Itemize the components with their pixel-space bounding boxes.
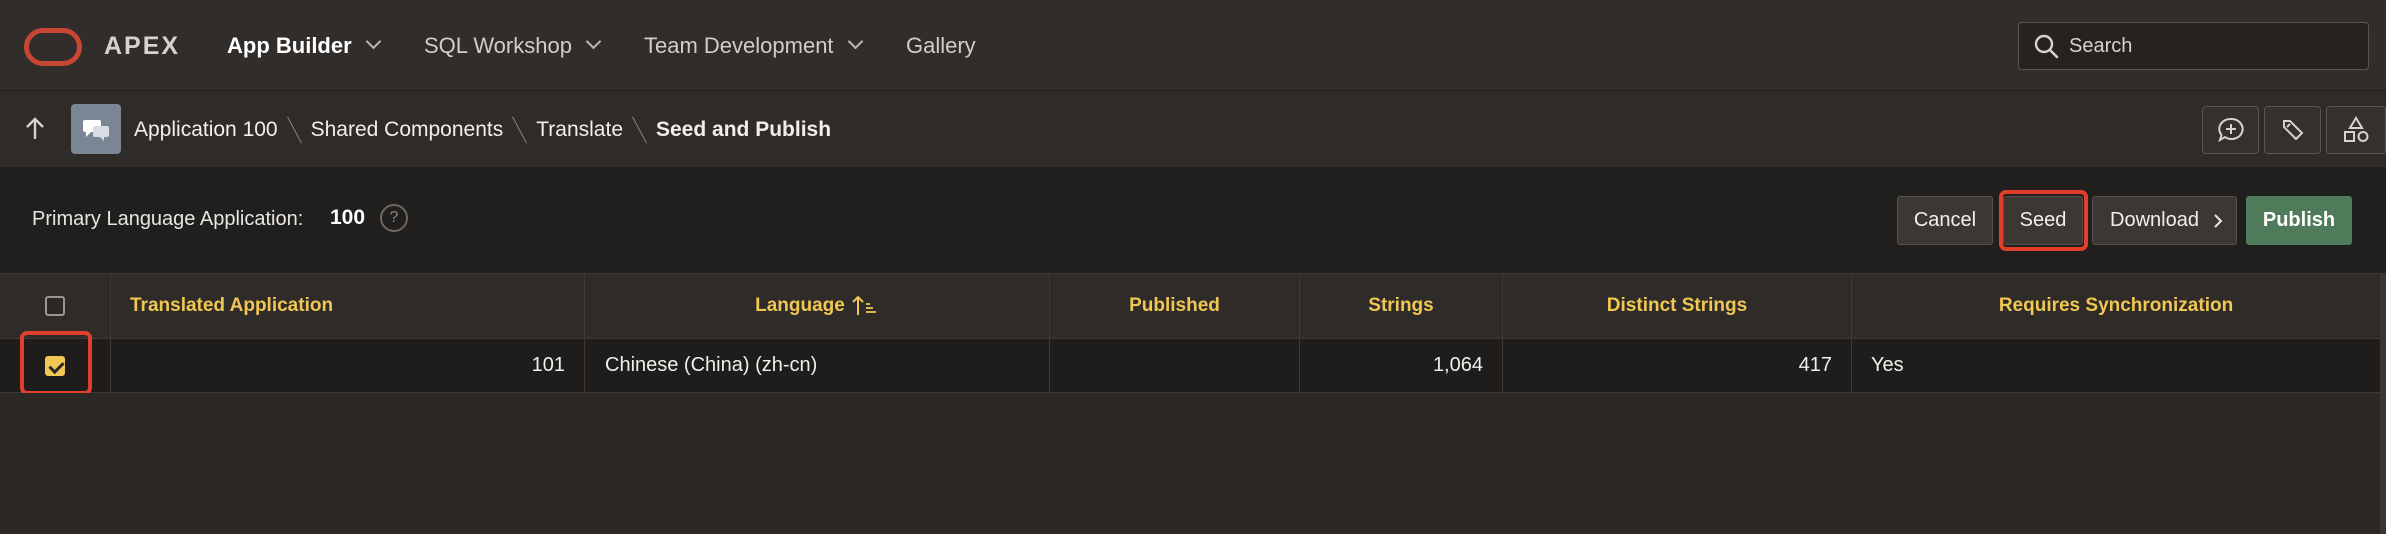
breadcrumb-application[interactable]: Application 100	[134, 118, 278, 142]
cell-text: Yes	[1871, 354, 1904, 376]
column-header-label: Strings	[1368, 295, 1434, 316]
shapes-icon	[2344, 116, 2369, 142]
cell-distinct-strings: 417	[1503, 339, 1852, 392]
nav-team-development[interactable]: Team Development	[644, 0, 863, 91]
main-nav: App Builder	[227, 0, 381, 91]
cell-published	[1050, 339, 1300, 392]
cell-text: 1,064	[1432, 354, 1483, 376]
wrench-icon	[2282, 120, 2303, 141]
chevron-down-icon	[365, 33, 381, 50]
sort-ascending-icon	[852, 295, 876, 315]
cancel-button[interactable]: Cancel	[1897, 196, 1993, 245]
nav-group-4: Gallery	[906, 0, 976, 91]
cell-text: 101	[531, 354, 565, 376]
breadcrumb-shared-components[interactable]: Shared Components	[311, 118, 504, 142]
cell-language: Chinese (China) (zh-cn)	[585, 339, 1050, 392]
select-all-checkbox[interactable]	[45, 296, 65, 316]
nav-team-development-label: Team Development	[644, 32, 834, 58]
breadcrumb-separator	[632, 116, 647, 143]
vertical-scrollbar[interactable]	[2380, 273, 2386, 534]
nav-app-builder-label: App Builder	[227, 32, 352, 58]
column-header-label: Language	[755, 295, 845, 316]
cell-text: 417	[1798, 354, 1832, 376]
search-input[interactable]	[2069, 34, 2359, 58]
nav-sql-workshop-label: SQL Workshop	[424, 32, 572, 58]
primary-language-label: Primary Language Application:	[32, 208, 304, 230]
top-header: APEX App Builder SQL Workshop Team Devel…	[0, 0, 2386, 91]
nav-gallery[interactable]: Gallery	[906, 0, 976, 91]
chevron-down-icon	[847, 33, 863, 50]
nav-group-2: SQL Workshop	[424, 0, 602, 91]
publish-button[interactable]: Publish	[2246, 196, 2352, 245]
column-header-language[interactable]: Language	[585, 274, 1050, 338]
oracle-logo-icon[interactable]	[24, 28, 82, 66]
chat-bubbles-icon	[83, 120, 109, 141]
cell-text: Chinese (China) (zh-cn)	[605, 354, 818, 376]
nav-gallery-label: Gallery	[906, 32, 976, 58]
cell-translated-application: 101	[111, 339, 585, 392]
select-all-cell	[0, 274, 111, 338]
application-icon	[71, 104, 121, 154]
nav-group-3: Team Development	[644, 0, 863, 91]
arrow-up-icon[interactable]	[22, 115, 48, 143]
primary-language-value: 100	[330, 206, 366, 229]
row-select-cell	[0, 339, 111, 392]
help-icon[interactable]: ?	[380, 204, 408, 232]
column-header-label: Translated Application	[130, 295, 334, 316]
column-header-label: Requires Synchronization	[1998, 295, 2234, 316]
seed-button[interactable]: Seed	[2003, 196, 2083, 245]
cell-requires-synchronization: Yes	[1852, 339, 2380, 392]
search-box[interactable]	[2018, 22, 2369, 70]
apex-logo-text[interactable]: APEX	[104, 32, 180, 61]
column-header-requires-synchronization[interactable]: Requires Synchronization	[1852, 274, 2380, 338]
grid-header: Translated Application Language Publishe…	[0, 273, 2380, 339]
column-header-label: Distinct Strings	[1606, 295, 1748, 316]
speech-bubble-plus-icon	[2217, 117, 2244, 143]
cell-strings: 1,064	[1300, 339, 1503, 392]
nav-app-builder[interactable]: App Builder	[227, 0, 381, 91]
column-header-published[interactable]: Published	[1050, 274, 1300, 338]
empty-area	[0, 393, 2380, 534]
download-button[interactable]: Download	[2092, 196, 2237, 245]
download-label: Download	[2110, 209, 2199, 231]
breadcrumb-current-page: Seed and Publish	[656, 117, 832, 141]
edit-button[interactable]	[2264, 106, 2321, 154]
breadcrumb-bar: Application 100 Shared Components Transl…	[0, 91, 2386, 168]
breadcrumb: Application 100 Shared Components Transl…	[134, 91, 831, 168]
chevron-down-icon	[585, 33, 602, 50]
breadcrumb-separator	[286, 116, 302, 143]
column-header-strings[interactable]: Strings	[1300, 274, 1503, 338]
breadcrumb-translate[interactable]: Translate	[536, 118, 623, 142]
feedback-button[interactable]	[2202, 106, 2259, 154]
table-row[interactable]: 101 Chinese (China) (zh-cn) 1,064 417 Ye…	[0, 339, 2380, 393]
column-header-distinct-strings[interactable]: Distinct Strings	[1503, 274, 1852, 338]
search-icon	[2034, 34, 2059, 59]
chevron-right-icon	[2214, 213, 2223, 228]
shared-components-button[interactable]	[2326, 106, 2386, 154]
breadcrumb-separator	[512, 116, 528, 143]
column-header-translated-application[interactable]: Translated Application	[111, 274, 585, 338]
row-checkbox[interactable]	[45, 355, 65, 376]
nav-sql-workshop[interactable]: SQL Workshop	[424, 0, 602, 91]
column-header-label: Published	[1129, 295, 1220, 316]
region-header: Primary Language Application: 100 ? Canc…	[0, 168, 2386, 273]
